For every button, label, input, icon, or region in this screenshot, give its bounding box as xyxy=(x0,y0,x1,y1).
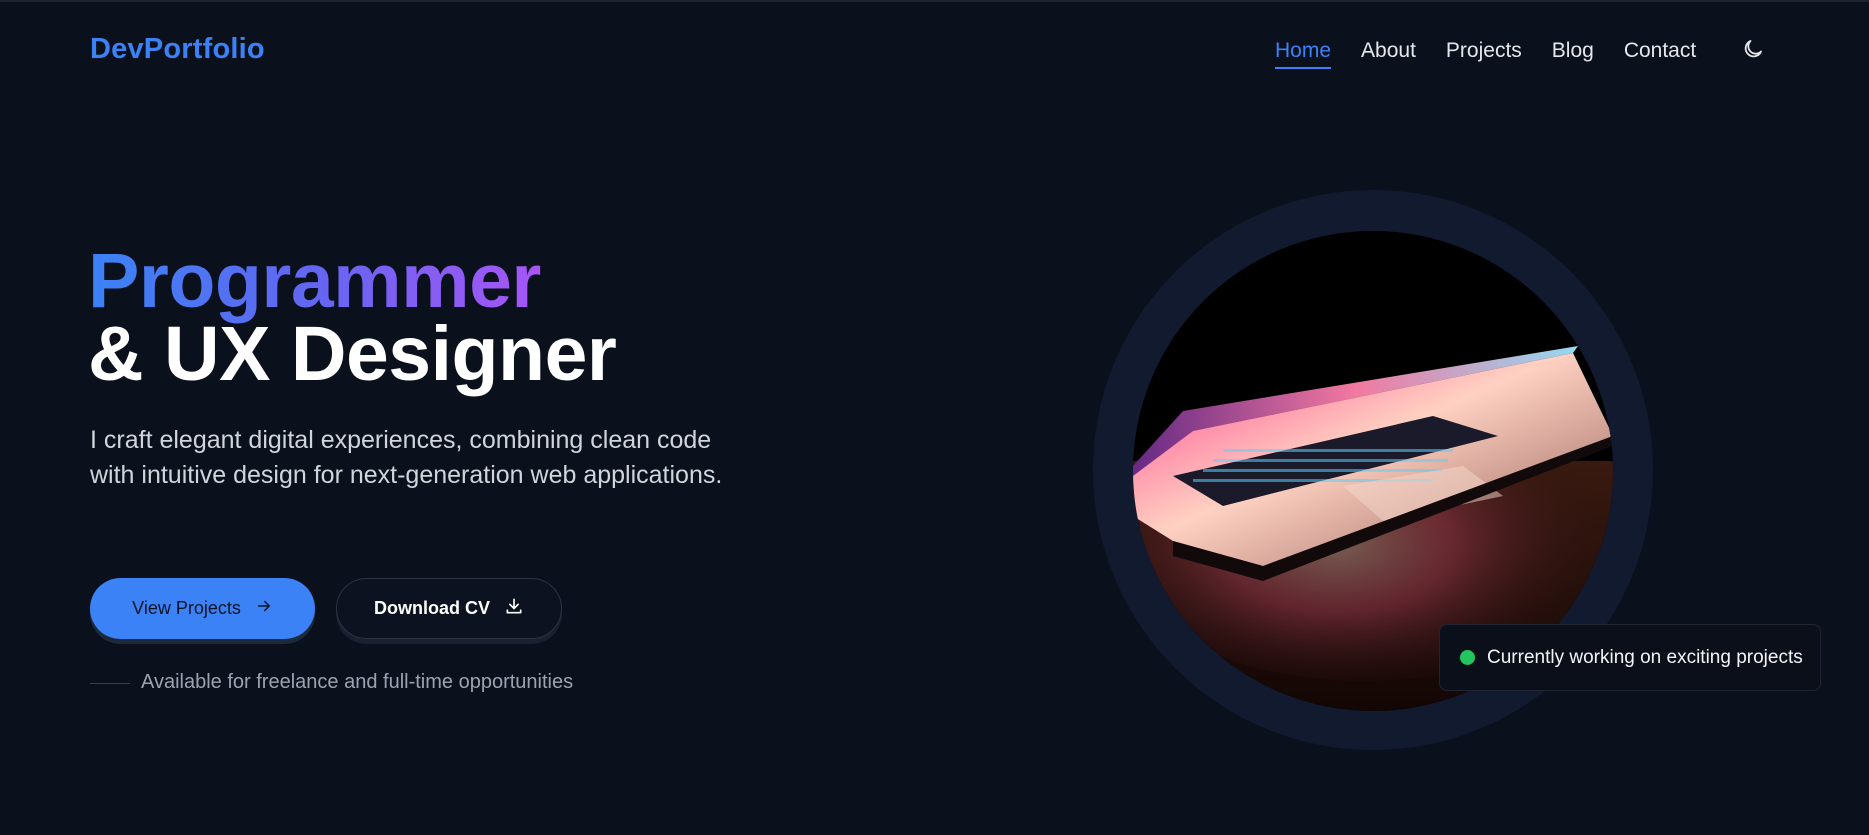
download-icon xyxy=(504,596,524,621)
availability-text: Available for freelance and full-time op… xyxy=(141,671,574,693)
nav-item-blog[interactable]: Blog xyxy=(1552,38,1594,64)
download-cv-label: Download CV xyxy=(374,598,490,618)
hero-title: & UX Designer xyxy=(88,311,617,397)
status-dot xyxy=(1460,650,1475,665)
download-cv-button[interactable]: Download CV xyxy=(336,578,562,639)
site-header: DevPortfolio Home About Projects Blog Co… xyxy=(0,0,1869,100)
hero-description: I craft elegant digital experiences, com… xyxy=(90,426,723,489)
arrow-right-icon xyxy=(255,597,273,620)
nav-item-projects[interactable]: Projects xyxy=(1446,38,1522,64)
nav-item-contact[interactable]: Contact xyxy=(1624,38,1696,64)
nav-item-about[interactable]: About xyxy=(1361,38,1416,64)
view-projects-label: View Projects xyxy=(132,598,241,618)
view-projects-button[interactable]: View Projects xyxy=(90,578,315,639)
logo[interactable]: DevPortfolio xyxy=(90,33,265,66)
status-card: Currently working on exciting projects xyxy=(1439,624,1821,691)
moon-icon[interactable] xyxy=(1741,37,1765,61)
nav-item-home[interactable]: Home xyxy=(1275,38,1332,69)
main-nav: Home About Projects Blog Contact xyxy=(1275,38,1726,69)
divider-line xyxy=(90,683,130,684)
status-text: Currently working on exciting projects xyxy=(1487,646,1803,668)
